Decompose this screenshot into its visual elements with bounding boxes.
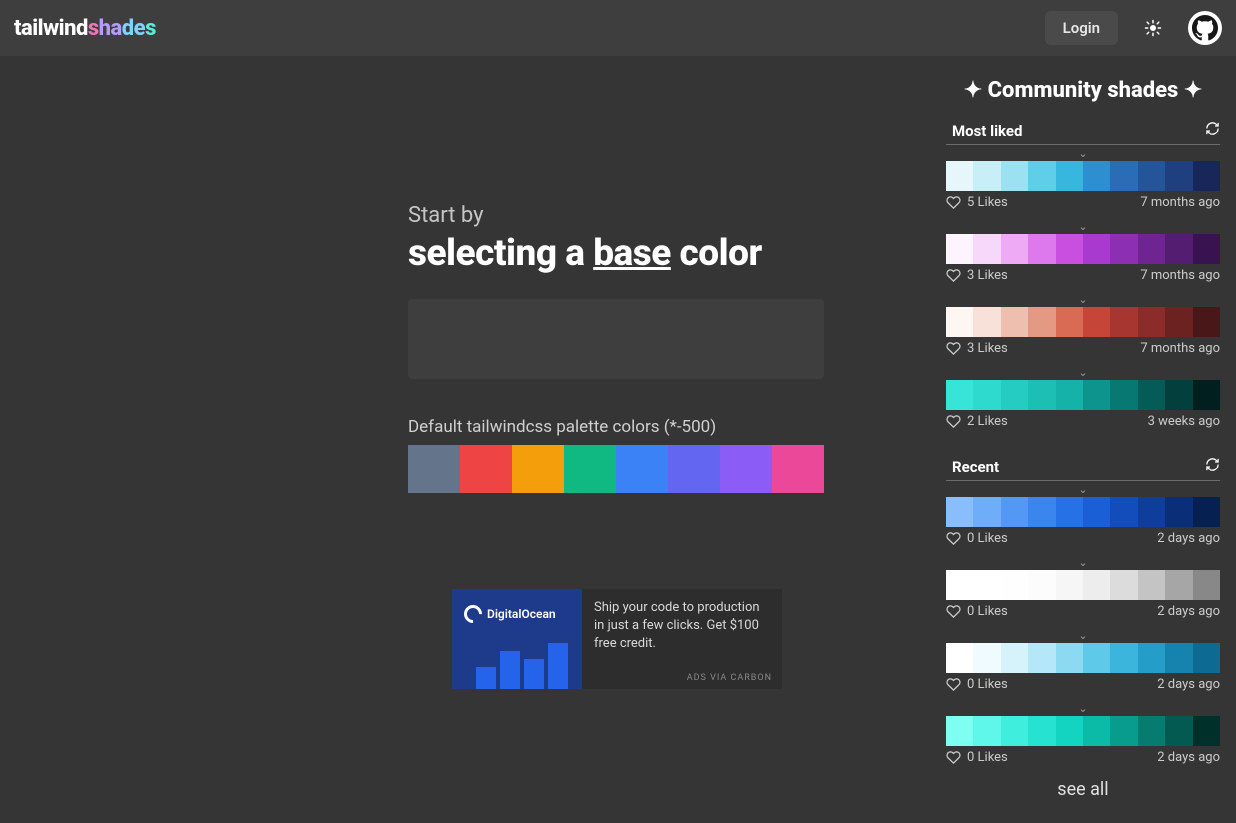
like-button[interactable]: 2 Likes [946,414,1008,429]
palette-swatch[interactable] [460,445,512,493]
shade-meta: 0 Likes 2 days ago [946,531,1220,546]
refresh-icon [1205,457,1220,472]
heart-icon [946,268,961,283]
like-button[interactable]: 0 Likes [946,604,1008,619]
shade-item: ⌄ 5 Likes 7 months ago [946,151,1220,210]
heart-icon [946,677,961,692]
heart-icon [946,750,961,765]
community-sidebar: ✦ Community shades ✦ Most liked ⌄ 5 Likes… [946,58,1236,800]
chevron-down-icon[interactable]: ⌄ [946,633,1220,643]
shade-time: 2 days ago [1157,604,1220,619]
chevron-down-icon[interactable]: ⌄ [946,487,1220,497]
shade-time: 3 weeks ago [1148,414,1220,429]
heart-icon [946,604,961,619]
recent-header: Recent [946,457,1220,481]
shade-item: ⌄ 0 Likes 2 days ago [946,706,1220,765]
shade-item: ⌄ 3 Likes 7 months ago [946,224,1220,283]
github-icon [1192,15,1218,41]
chevron-down-icon[interactable]: ⌄ [946,297,1220,307]
login-button[interactable]: Login [1045,11,1118,45]
logo[interactable]: tailwindshades [14,16,156,41]
header-actions: Login [1045,10,1222,46]
like-button[interactable]: 5 Likes [946,195,1008,210]
heart-icon [946,341,961,356]
shade-meta: 3 Likes 7 months ago [946,341,1220,356]
shade-meta: 5 Likes 7 months ago [946,195,1220,210]
most-liked-header: Most liked [946,121,1220,145]
palette-swatch[interactable] [512,445,564,493]
community-title: ✦ Community shades ✦ [946,78,1220,103]
shade-time: 7 months ago [1140,268,1220,283]
github-link[interactable] [1188,11,1222,45]
chevron-down-icon[interactable]: ⌄ [946,224,1220,234]
shade-meta: 2 Likes 3 weeks ago [946,414,1220,429]
like-button[interactable]: 0 Likes [946,531,1008,546]
shade-item: ⌄ 2 Likes 3 weeks ago [946,370,1220,429]
shade-item: ⌄ 0 Likes 2 days ago [946,560,1220,619]
shade-time: 2 days ago [1157,750,1220,765]
shade-row[interactable] [946,380,1220,410]
shade-row[interactable] [946,234,1220,264]
sun-icon [1144,19,1162,37]
shade-row[interactable] [946,161,1220,191]
heart-icon [946,195,961,210]
like-button[interactable]: 3 Likes [946,268,1008,283]
theme-toggle-button[interactable] [1130,10,1176,46]
palette-label: Default tailwindcss palette colors (*-50… [408,417,946,437]
shade-time: 2 days ago [1157,677,1220,692]
heart-icon [946,414,961,429]
carbon-ad[interactable]: DigitalOcean Ship your code to productio… [452,589,782,689]
default-palette [408,445,824,493]
shade-item: ⌄ 0 Likes 2 days ago [946,487,1220,546]
palette-swatch[interactable] [720,445,772,493]
shade-meta: 0 Likes 2 days ago [946,750,1220,765]
shade-item: ⌄ 3 Likes 7 months ago [946,297,1220,356]
refresh-icon [1205,121,1220,136]
shade-row[interactable] [946,716,1220,746]
main-content: Start by selecting a base color Default … [0,58,946,800]
like-button[interactable]: 3 Likes [946,341,1008,356]
shade-row[interactable] [946,307,1220,337]
palette-swatch[interactable] [772,445,824,493]
refresh-button[interactable] [1199,121,1220,140]
shade-meta: 0 Likes 2 days ago [946,604,1220,619]
shade-time: 7 months ago [1140,341,1220,356]
base-color-input[interactable] [408,299,824,379]
intro-text: Start by [408,203,946,228]
ad-brand: DigitalOcean [464,605,556,623]
shade-meta: 3 Likes 7 months ago [946,268,1220,283]
chevron-down-icon[interactable]: ⌄ [946,560,1220,570]
palette-swatch[interactable] [668,445,720,493]
chevron-down-icon[interactable]: ⌄ [946,706,1220,716]
shade-row[interactable] [946,497,1220,527]
intro-heading: selecting a base color [408,232,946,275]
palette-swatch[interactable] [616,445,668,493]
chevron-down-icon[interactable]: ⌄ [946,151,1220,161]
chevron-down-icon[interactable]: ⌄ [946,370,1220,380]
shade-time: 2 days ago [1157,531,1220,546]
palette-swatch[interactable] [564,445,616,493]
shade-item: ⌄ 0 Likes 2 days ago [946,633,1220,692]
heart-icon [946,531,961,546]
ad-image: DigitalOcean [452,589,582,689]
like-button[interactable]: 0 Likes [946,677,1008,692]
shade-meta: 0 Likes 2 days ago [946,677,1220,692]
digitalocean-icon [460,601,485,626]
shade-row[interactable] [946,570,1220,600]
shade-time: 7 months ago [1140,195,1220,210]
ad-attribution: ADS VIA CARBON [687,673,772,683]
palette-swatch[interactable] [408,445,460,493]
see-all-link[interactable]: see all [946,779,1220,800]
header: tailwindshades Login [0,0,1236,56]
like-button[interactable]: 0 Likes [946,750,1008,765]
refresh-button[interactable] [1199,457,1220,476]
shade-row[interactable] [946,643,1220,673]
